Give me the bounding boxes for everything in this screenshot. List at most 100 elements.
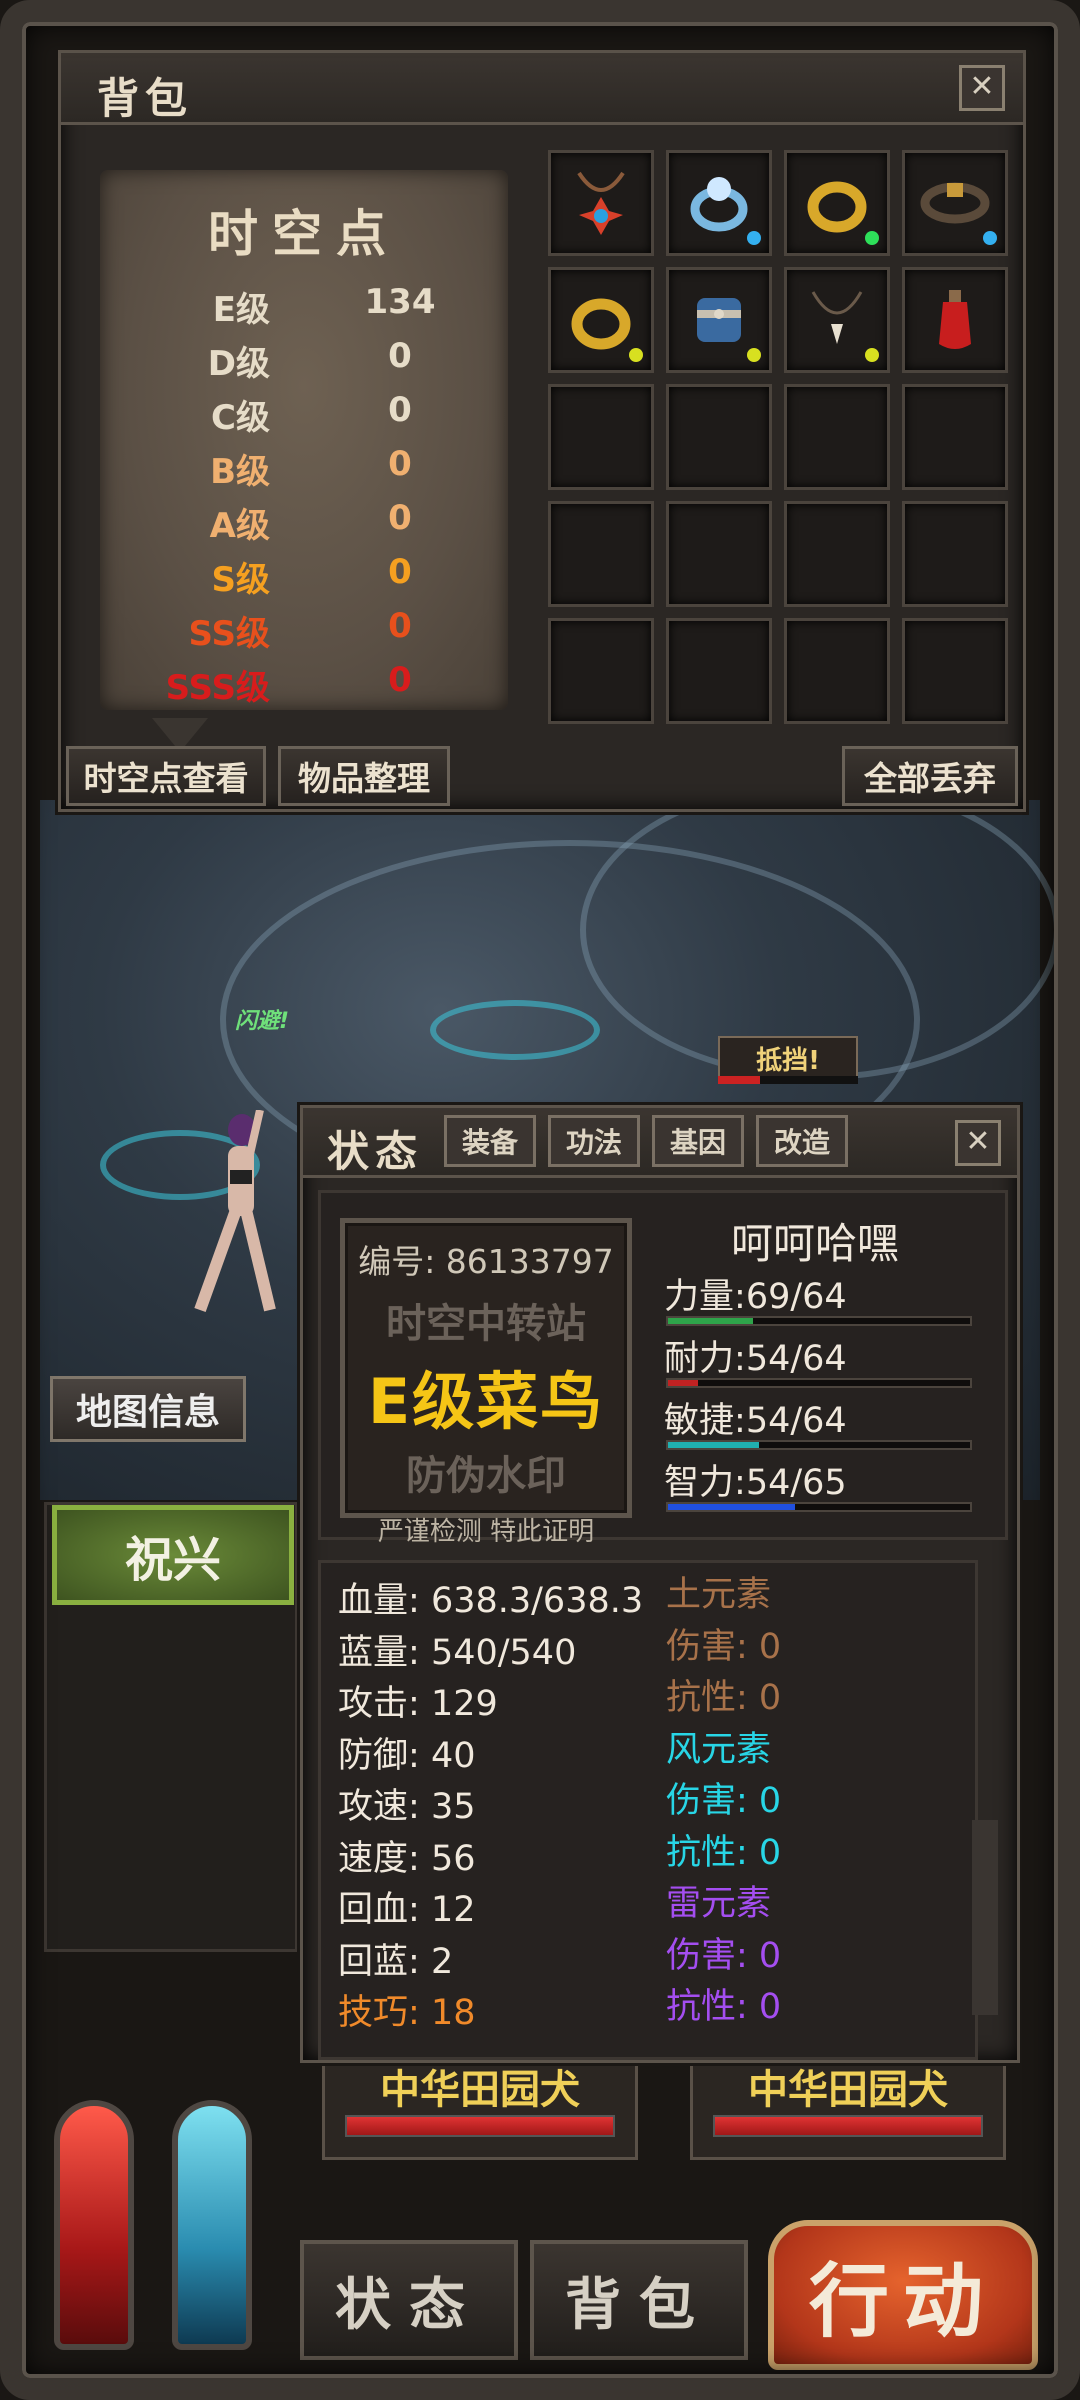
inventory-slot[interactable] [902, 501, 1008, 607]
grade-value: 0 [388, 336, 412, 376]
attribute-label: 力量 [664, 1277, 735, 1317]
attribute-value: 69/64 [745, 1277, 847, 1317]
tab-modify[interactable]: 改造 [756, 1115, 848, 1167]
inventory-slot[interactable] [902, 150, 1008, 256]
tab-skills[interactable]: 功法 [548, 1115, 640, 1167]
grade-label: B级 [210, 452, 270, 492]
enemy-card[interactable]: 中华田园犬 [322, 2060, 638, 2160]
inventory-slot[interactable] [666, 501, 772, 607]
tooth-necklace-icon [801, 284, 873, 356]
map-info-button[interactable]: 地图信息 [50, 1376, 246, 1442]
attribute-row: 智力:54/65 [664, 1454, 974, 1516]
inventory-slot[interactable] [548, 501, 654, 607]
stat-row: 血量: 638.3/638.3 [338, 1581, 644, 1621]
inventory-slot[interactable] [784, 150, 890, 256]
gold-ring-icon [801, 167, 873, 239]
character-name: 呵呵哈嘿 [730, 1219, 899, 1268]
stat-value: 129 [430, 1684, 498, 1724]
tab-equipment[interactable]: 装备 [444, 1115, 536, 1167]
certificate-watermark: 防伪水印 [406, 1453, 566, 1499]
certificate-number: 编号: 86133797 [358, 1242, 614, 1281]
action-button[interactable]: 行动 [768, 2220, 1038, 2370]
inventory-slot[interactable] [902, 267, 1008, 373]
quality-dot [983, 231, 997, 245]
element-row: 伤害: 0 [666, 1781, 782, 1821]
element-row: 伤害: 0 [666, 1626, 782, 1667]
grade-value: 134 [364, 282, 436, 322]
spacetime-points-title: 时空点 [208, 205, 400, 263]
glowing-rune [430, 1000, 600, 1060]
enemy-hp-bar [713, 2115, 983, 2137]
inventory-slot[interactable] [902, 618, 1008, 724]
inventory-slot[interactable] [902, 384, 1008, 490]
enemy-hp-fill [715, 2117, 981, 2135]
view-points-button[interactable]: 时空点查看 [66, 746, 266, 806]
grade-label: SSS级 [165, 668, 270, 708]
stat-row: 速度: 56 [338, 1838, 476, 1879]
inventory-slot[interactable] [548, 384, 654, 490]
bag-button[interactable]: 背包 [530, 2240, 748, 2360]
attribute-bar-fill [668, 1318, 753, 1324]
stat-row: 蓝量: 540/540 [338, 1632, 577, 1673]
bracer-icon [683, 284, 755, 356]
inventory-slot[interactable] [784, 384, 890, 490]
stat-label: 攻速 [338, 1787, 409, 1827]
inventory-slot[interactable] [784, 267, 890, 373]
inventory-slot[interactable] [666, 267, 772, 373]
grade-value: 0 [388, 552, 412, 592]
attribute-row: 敏捷:54/64 [664, 1392, 974, 1454]
gold-ring-icon [565, 284, 637, 356]
stat-label: 蓝量 [338, 1632, 409, 1673]
inventory-slot[interactable] [784, 501, 890, 607]
bag-close-button[interactable]: ✕ [959, 65, 1005, 111]
stat-label: 血量 [338, 1581, 409, 1621]
attribute-bar [666, 1502, 972, 1512]
inventory-slot[interactable] [666, 618, 772, 724]
grade-label: C级 [211, 398, 270, 438]
blue-ring-icon [683, 167, 755, 239]
party-member-zhuxing[interactable]: 祝兴 [52, 1505, 294, 1605]
stat-label: 回血 [338, 1890, 409, 1930]
inventory-slot[interactable] [548, 150, 654, 256]
stat-value: 638.3/638.3 [430, 1581, 644, 1621]
certificate-issuer: 时空中转站 [386, 1301, 586, 1347]
inventory-slot[interactable] [784, 618, 890, 724]
attribute-row: 力量:69/64 [664, 1268, 974, 1330]
sort-items-button[interactable]: 物品整理 [278, 746, 450, 806]
quality-dot [747, 231, 761, 245]
element-row: 抗性: 0 [666, 1987, 782, 2027]
grade-row: D级 0 [100, 336, 508, 388]
attribute-row: 耐力:54/64 [664, 1330, 974, 1392]
inventory-slot[interactable] [548, 618, 654, 724]
block-popup: 抵挡! [718, 1036, 858, 1080]
certificate-rank: E级菜鸟 [367, 1365, 605, 1438]
grade-row: E级 134 [100, 282, 508, 334]
quality-dot [747, 348, 761, 362]
inventory-slot[interactable] [666, 384, 772, 490]
attribute-bar [666, 1440, 972, 1450]
spacetime-points-card: 时空点 E级 134 D级 0 C级 0 B级 0 A级 0 S级 0 SS级 0 SSS级 0 [100, 170, 508, 710]
element-row: 抗性: 0 [666, 1678, 782, 1718]
status-close-button[interactable]: ✕ [955, 1120, 1001, 1166]
enemy-card[interactable]: 中华田园犬 [690, 2060, 1006, 2160]
bag-title: 背包 [97, 74, 194, 123]
inventory-slot[interactable] [548, 267, 654, 373]
attribute-bar-fill [668, 1442, 759, 1448]
attribute-bar [666, 1316, 972, 1326]
stat-value: 18 [430, 1993, 476, 2033]
stats-scrollbar[interactable] [972, 1820, 998, 2015]
element-row: 风元素 [666, 1729, 772, 1770]
status-button[interactable]: 状态 [300, 2240, 518, 2360]
grade-row: SS级 0 [100, 606, 508, 658]
attribute-label: 敏捷 [664, 1401, 735, 1441]
grade-value: 0 [388, 606, 412, 646]
stat-row: 防御: 40 [338, 1735, 476, 1776]
tab-genes[interactable]: 基因 [652, 1115, 744, 1167]
grade-row: SSS级 0 [100, 660, 508, 712]
dodge-popup: 闪避! [235, 1009, 290, 1034]
inventory-slot[interactable] [666, 150, 772, 256]
stat-row: 攻击: 129 [338, 1684, 498, 1724]
discard-all-button[interactable]: 全部丢弃 [842, 746, 1018, 806]
red-potion-icon [919, 284, 991, 356]
health-orb [54, 2100, 134, 2350]
